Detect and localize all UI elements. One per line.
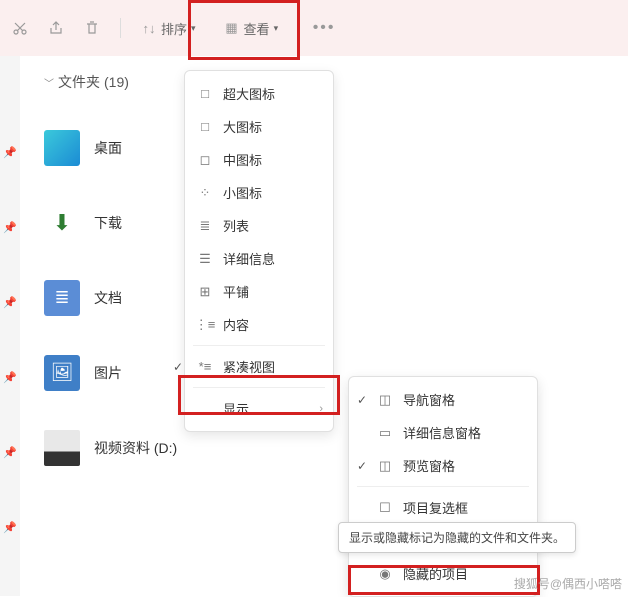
menu-item-label: 超大图标	[223, 84, 275, 103]
folder-header[interactable]: ﹀ 文件夹 (19)	[44, 72, 628, 92]
item-label: 图片	[94, 363, 122, 383]
sort-icon: ↑↓	[141, 20, 157, 36]
sort-button[interactable]: ↑↓ 排序 ▾	[141, 19, 196, 38]
list-item[interactable]: 视频资料 (D:)	[44, 410, 628, 485]
sort-label: 排序	[161, 19, 187, 38]
view-menu: □超大图标□大图标◻中图标⁘小图标≣列表☰详细信息⊞平铺⋮≡内容✓*≡紧凑视图显…	[184, 70, 334, 432]
folder-header-label: 文件夹	[58, 72, 100, 92]
menu-item-icon: ◫	[377, 392, 393, 408]
list-item[interactable]: 桌面	[44, 110, 628, 185]
menu-item-label: 大图标	[223, 117, 262, 136]
menu-item[interactable]: 显示 ›	[185, 392, 333, 425]
menu-item[interactable]: ≣ 列表	[185, 209, 333, 242]
menu-item-label: 导航窗格	[403, 390, 455, 409]
menu-item[interactable]: ⊞ 平铺	[185, 275, 333, 308]
menu-item-icon: ⋮≡	[197, 317, 213, 333]
menu-item[interactable]: ◉ 隐藏的项目	[349, 557, 537, 590]
menu-item-icon: ▭	[377, 425, 393, 441]
folder-header-count: (19)	[104, 74, 129, 90]
menu-item-icon: □	[197, 86, 213, 101]
pin-icon: 📌	[0, 221, 20, 296]
menu-item-label: 项目复选框	[403, 498, 468, 517]
menu-item-label: 详细信息	[223, 249, 275, 268]
menu-item-label: 显示	[223, 399, 249, 418]
menu-item[interactable]: □ 大图标	[185, 110, 333, 143]
more-icon[interactable]: •••	[316, 20, 332, 36]
menu-item[interactable]: ✓ ◫ 导航窗格	[349, 383, 537, 416]
share-icon[interactable]	[48, 20, 64, 36]
delete-icon[interactable]	[84, 20, 100, 36]
item-label: 桌面	[94, 138, 122, 158]
divider	[120, 18, 121, 38]
chevron-down-icon: ▾	[274, 23, 279, 34]
chevron-down-icon: ▾	[191, 23, 196, 34]
cut-icon[interactable]	[12, 20, 28, 36]
pictures-icon: 🖼	[44, 355, 80, 391]
drive-icon	[44, 430, 80, 466]
menu-item-label: 小图标	[223, 183, 262, 202]
check-icon: ✓	[173, 360, 183, 374]
menu-item-icon: □	[197, 119, 213, 134]
pin-icon: 📌	[0, 371, 20, 446]
pin-icon: 📌	[0, 446, 20, 521]
menu-item-icon: ◫	[377, 458, 393, 474]
chevron-right-icon: ›	[319, 403, 323, 415]
menu-item[interactable]: ☰ 详细信息	[185, 242, 333, 275]
list-item[interactable]: 🖼 图片	[44, 335, 628, 410]
list-item[interactable]: ≣ 文档	[44, 260, 628, 335]
view-icon: ▦	[224, 20, 240, 36]
view-button[interactable]: ▦ 查看 ▾	[224, 19, 279, 38]
menu-item[interactable]: □ 超大图标	[185, 77, 333, 110]
menu-item[interactable]: ⋮≡ 内容	[185, 308, 333, 341]
menu-item[interactable]: ✓ ◫ 预览窗格	[349, 449, 537, 482]
menu-item-icon: ⁘	[197, 185, 213, 201]
document-icon: ≣	[44, 280, 80, 316]
tooltip: 显示或隐藏标记为隐藏的文件和文件夹。	[338, 522, 576, 553]
menu-item-label: 平铺	[223, 282, 249, 301]
menu-item[interactable]: ▭ 详细信息窗格	[349, 416, 537, 449]
item-label: 视频资料 (D:)	[94, 438, 177, 458]
pin-icon: 📌	[0, 521, 20, 596]
menu-item-icon: ≣	[197, 218, 213, 234]
menu-item-icon: ◻	[197, 152, 213, 168]
menu-item[interactable]: ☐ 项目复选框	[349, 491, 537, 524]
pin-icon: 📌	[0, 296, 20, 371]
menu-item-label: 列表	[223, 216, 249, 235]
check-icon: ✓	[357, 393, 367, 407]
menu-item-label: 紧凑视图	[223, 357, 275, 376]
menu-item-label: 预览窗格	[403, 456, 455, 475]
menu-item-label: 中图标	[223, 150, 262, 169]
download-icon: ⬇	[44, 205, 80, 241]
menu-item[interactable]: ✓*≡紧凑视图	[185, 350, 333, 383]
check-icon: ✓	[357, 459, 367, 473]
pin-icon: 📌	[0, 146, 20, 221]
menu-item-icon: ◉	[377, 566, 393, 582]
menu-item[interactable]: ◻ 中图标	[185, 143, 333, 176]
desktop-icon	[44, 130, 80, 166]
toolbar: ↑↓ 排序 ▾ ▦ 查看 ▾ •••	[0, 0, 628, 56]
view-label: 查看	[244, 19, 270, 38]
menu-item-icon: ☐	[377, 500, 393, 516]
menu-item[interactable]: ⁘ 小图标	[185, 176, 333, 209]
show-submenu: ✓◫导航窗格▭详细信息窗格✓◫预览窗格☐项目复选框✓—文件扩展名◉隐藏的项目	[348, 376, 538, 597]
menu-item-label: 隐藏的项目	[403, 564, 468, 583]
watermark: 搜狐号@偶西小嗒嗒	[514, 575, 622, 592]
item-label: 下载	[94, 213, 122, 233]
menu-item-icon: ⊞	[197, 284, 213, 300]
list-item[interactable]: ⬇ 下载	[44, 185, 628, 260]
menu-item-icon: ☰	[197, 251, 213, 267]
item-label: 文档	[94, 288, 122, 308]
menu-item-icon: *≡	[197, 359, 213, 374]
chevron-down-icon: ﹀	[44, 75, 54, 90]
menu-item-label: 详细信息窗格	[403, 423, 481, 442]
pin-column: 📌 📌 📌 📌 📌 📌	[0, 56, 20, 596]
menu-item-label: 内容	[223, 315, 249, 334]
